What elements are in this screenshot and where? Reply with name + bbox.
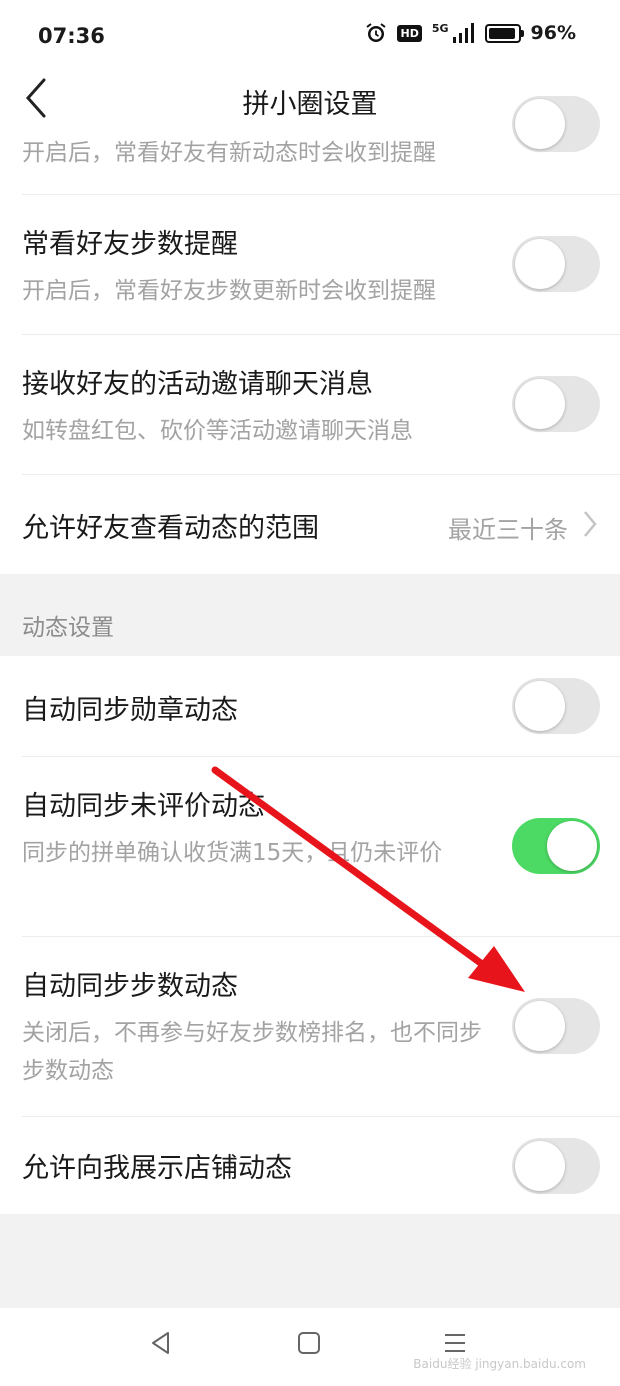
- signal-icon: [452, 23, 474, 43]
- row-subtitle: 同步的拼单确认收货满15天，且仍未评价: [22, 840, 443, 866]
- toggle-knob: [515, 99, 565, 149]
- toggle-knob: [547, 821, 597, 871]
- back-triangle-icon[interactable]: [148, 1330, 174, 1356]
- toggle-knob: [515, 239, 565, 289]
- row-title: 自动同步未评价动态: [22, 791, 265, 822]
- battery-icon: [484, 23, 524, 43]
- section-header: 动态设置: [22, 615, 114, 641]
- system-nav-bar: Baidu经验 jingyan.baidu.com: [0, 1308, 620, 1386]
- watermark: Baidu经验 jingyan.baidu.com: [413, 1357, 586, 1371]
- network-type: 5G: [431, 22, 449, 35]
- settings-group-reminders: 开启后，常看好友有新动态时会收到提醒 常看好友步数提醒 开启后，常看好友步数更新…: [0, 96, 620, 574]
- status-bar: 07:36 HD 5G 96%: [0, 0, 620, 76]
- settings-row-activity-invite: 接收好友的活动邀请聊天消息 如转盘红包、砍价等活动邀请聊天消息: [22, 334, 620, 475]
- settings-row-review-sync: 自动同步未评价动态 同步的拼单确认收货满15天，且仍未评价: [22, 756, 620, 937]
- row-title: 接收好友的活动邀请聊天消息: [22, 369, 373, 400]
- toggle-knob: [515, 1141, 565, 1191]
- row-subtitle: 如转盘红包、砍价等活动邀请聊天消息: [22, 418, 413, 444]
- settings-row-steps-sync: 自动同步步数动态 关闭后，不再参与好友步数榜排名，也不同步步数动态: [22, 936, 620, 1117]
- battery-percent: 96%: [530, 22, 576, 44]
- settings-row-step-reminder: 常看好友步数提醒 开启后，常看好友步数更新时会收到提醒: [22, 194, 620, 335]
- toggle-knob: [515, 681, 565, 731]
- toggle-activity-invite[interactable]: [512, 376, 600, 432]
- row-title: 允许好友查看动态的范围: [22, 513, 319, 544]
- row-title: 允许向我展示店铺动态: [22, 1153, 292, 1184]
- battery-fill: [488, 27, 516, 39]
- row-title: 自动同步勋章动态: [22, 695, 238, 726]
- row-subtitle: 开启后，常看好友步数更新时会收到提醒: [22, 278, 436, 304]
- toggle-steps-sync[interactable]: [512, 998, 600, 1054]
- settings-row-badge-sync: 自动同步勋章动态: [22, 656, 620, 757]
- menu-lines-icon[interactable]: [442, 1330, 468, 1356]
- settings-group-feed: 自动同步勋章动态 自动同步未评价动态 同步的拼单确认收货满15天，且仍未评价 自…: [0, 656, 620, 1214]
- toggle-step-reminder[interactable]: [512, 236, 600, 292]
- hd-badge: HD: [397, 24, 422, 42]
- toggle-knob: [515, 1001, 565, 1051]
- settings-row-visible-range[interactable]: 允许好友查看动态的范围 最近三十条: [22, 474, 620, 574]
- row-subtitle: 关闭后，不再参与好友步数榜排名，也不同步步数动态: [22, 1020, 482, 1084]
- chevron-right-icon: [584, 511, 597, 537]
- row-value: 最近三十条: [448, 516, 568, 544]
- settings-row-shop-feed: 允许向我展示店铺动态: [22, 1116, 620, 1214]
- toggle-badge-sync[interactable]: [512, 678, 600, 734]
- toggle-review-sync[interactable]: [512, 818, 600, 874]
- alarm-icon: [366, 23, 387, 42]
- row-title: 常看好友步数提醒: [22, 229, 238, 260]
- row-subtitle: 开启后，常看好友有新动态时会收到提醒: [22, 140, 436, 166]
- toggle-shop-feed[interactable]: [512, 1138, 600, 1194]
- status-time: 07:36: [38, 24, 105, 48]
- row-title: 自动同步步数动态: [22, 971, 238, 1002]
- toggle-partial[interactable]: [512, 96, 600, 152]
- status-icons: HD 5G 96%: [365, 22, 576, 44]
- toggle-knob: [515, 379, 565, 429]
- settings-row-partial: 开启后，常看好友有新动态时会收到提醒: [22, 96, 620, 195]
- home-square-icon[interactable]: [296, 1330, 322, 1356]
